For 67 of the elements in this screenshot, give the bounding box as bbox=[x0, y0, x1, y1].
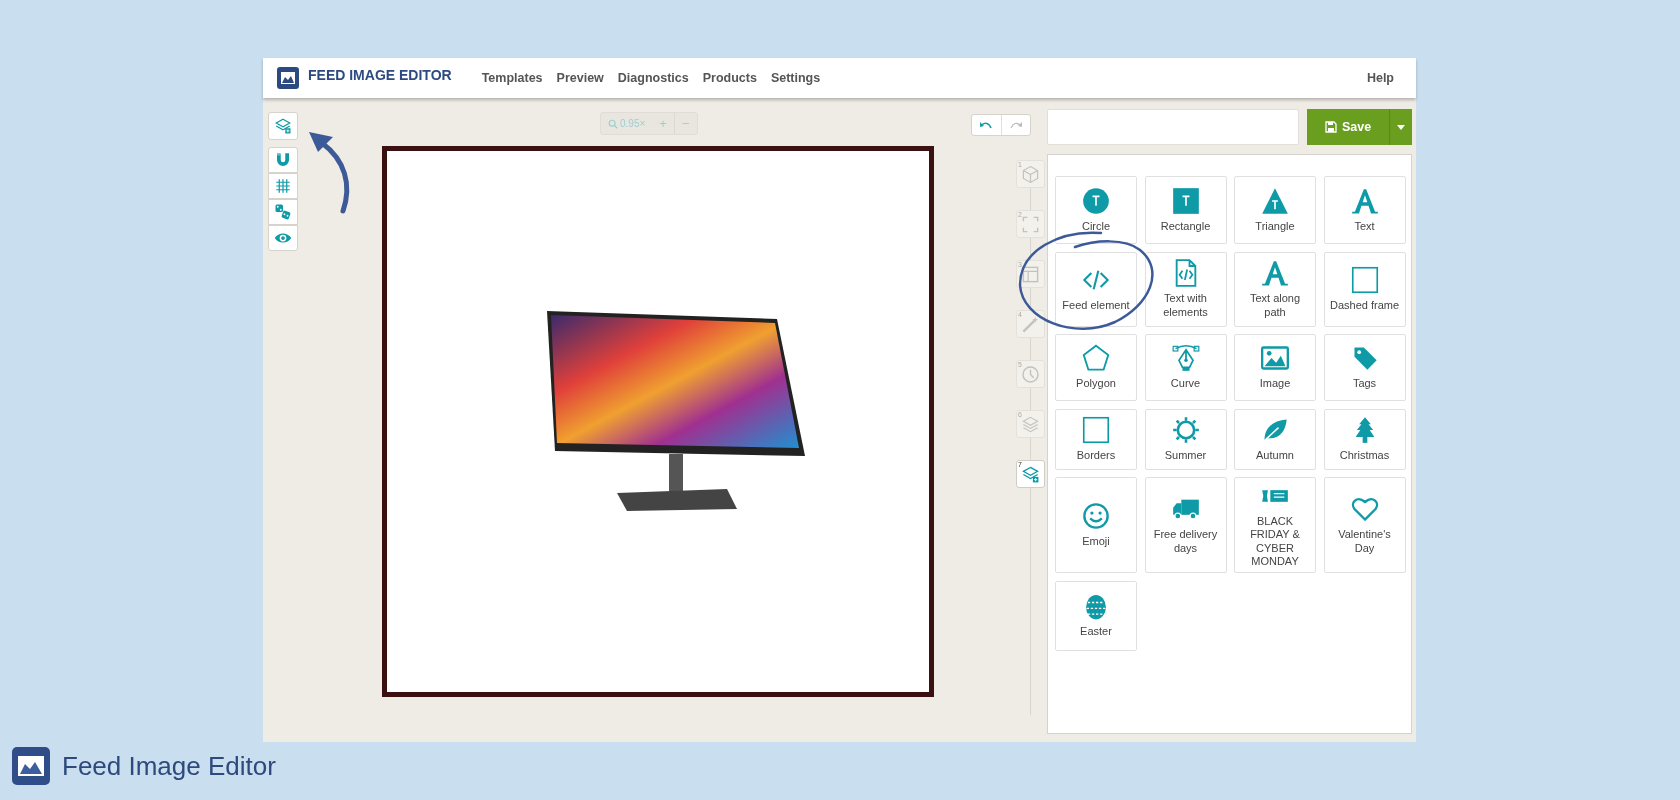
clock-icon bbox=[1021, 364, 1040, 384]
brand-name: Feed Image Editor bbox=[62, 750, 276, 782]
layers-plus-icon bbox=[274, 117, 292, 135]
search-icon bbox=[608, 118, 618, 129]
layers-icon bbox=[1021, 414, 1040, 434]
element-tile[interactable]: Text along path bbox=[1234, 251, 1316, 327]
element-tile[interactable]: Feed element bbox=[1055, 251, 1137, 327]
element-tile[interactable]: Text with elements bbox=[1144, 251, 1227, 327]
element-tile[interactable]: Easter bbox=[1055, 580, 1137, 651]
letter-icon bbox=[1350, 186, 1379, 215]
help-link[interactable]: Help bbox=[1366, 71, 1394, 85]
element-tile[interactable]: Valentine's Day bbox=[1323, 477, 1406, 573]
element-tile[interactable]: Christmas bbox=[1323, 408, 1406, 470]
zoom-level: 0.95× bbox=[601, 113, 653, 134]
element-tile[interactable]: Polygon bbox=[1055, 334, 1137, 401]
element-tile[interactable]: BLACK FRIDAY & CYBER MONDAY bbox=[1234, 477, 1316, 573]
app-title: FEED IMAGE EDITOR bbox=[308, 67, 452, 83]
element-tile[interactable]: Circle bbox=[1055, 176, 1137, 244]
square-icon bbox=[1171, 186, 1200, 215]
element-tile[interactable]: Summer bbox=[1144, 408, 1227, 470]
element-tile[interactable]: Rectangle bbox=[1144, 176, 1227, 244]
element-tile[interactable]: Emoji bbox=[1055, 477, 1137, 573]
element-tile[interactable]: Free delivery days bbox=[1144, 477, 1227, 573]
magnet-icon bbox=[274, 151, 292, 169]
undo-icon bbox=[980, 120, 993, 130]
nav-link[interactable]: Settings bbox=[770, 71, 821, 85]
tool-button[interactable] bbox=[268, 199, 298, 225]
element-tile[interactable]: Borders bbox=[1055, 408, 1137, 470]
heart-icon bbox=[1350, 495, 1379, 524]
element-tile[interactable]: Tags bbox=[1323, 334, 1406, 401]
nav-link[interactable]: Diagnostics bbox=[617, 71, 689, 85]
dice-icon bbox=[274, 203, 292, 221]
letter-icon bbox=[1261, 259, 1289, 288]
pen-tool-icon bbox=[1171, 344, 1200, 373]
image-icon bbox=[1261, 344, 1289, 373]
square-outline-icon bbox=[1082, 415, 1110, 444]
element-tile[interactable]: Text bbox=[1323, 176, 1406, 244]
element-tile[interactable]: Image bbox=[1234, 334, 1316, 401]
logo-icon bbox=[12, 747, 50, 785]
nav-link[interactable]: Products bbox=[702, 71, 757, 85]
caret-icon bbox=[1397, 124, 1405, 130]
nav-link[interactable]: Templates bbox=[481, 71, 543, 85]
grid-icon bbox=[274, 177, 292, 195]
sun-icon bbox=[1171, 415, 1200, 444]
window-icon bbox=[1021, 264, 1040, 284]
layers-plus-icon bbox=[1021, 464, 1040, 484]
wand-icon bbox=[1021, 314, 1040, 334]
save-options-button[interactable] bbox=[1389, 109, 1412, 145]
tool-button[interactable] bbox=[268, 225, 298, 251]
corners-icon bbox=[1021, 214, 1040, 234]
element-tile[interactable]: Curve bbox=[1144, 334, 1227, 401]
name-input-field[interactable] bbox=[1047, 109, 1299, 145]
circle-icon bbox=[1082, 186, 1110, 215]
tool-button[interactable] bbox=[268, 112, 298, 140]
nav-link[interactable]: Preview bbox=[556, 71, 604, 85]
redo-icon bbox=[1009, 120, 1022, 130]
element-tile[interactable]: Dashed frame bbox=[1323, 251, 1406, 327]
smiley-icon bbox=[1082, 501, 1110, 530]
triangle-icon bbox=[1261, 186, 1289, 215]
cube-icon bbox=[1021, 164, 1040, 184]
square-outline-icon bbox=[1350, 265, 1379, 294]
element-tile[interactable]: Autumn bbox=[1234, 408, 1316, 470]
tool-button[interactable] bbox=[268, 147, 298, 173]
logo-icon bbox=[277, 67, 299, 89]
pentagon-icon bbox=[1082, 344, 1110, 373]
tool-button[interactable] bbox=[268, 173, 298, 199]
element-tile[interactable]: Triangle bbox=[1234, 176, 1316, 244]
